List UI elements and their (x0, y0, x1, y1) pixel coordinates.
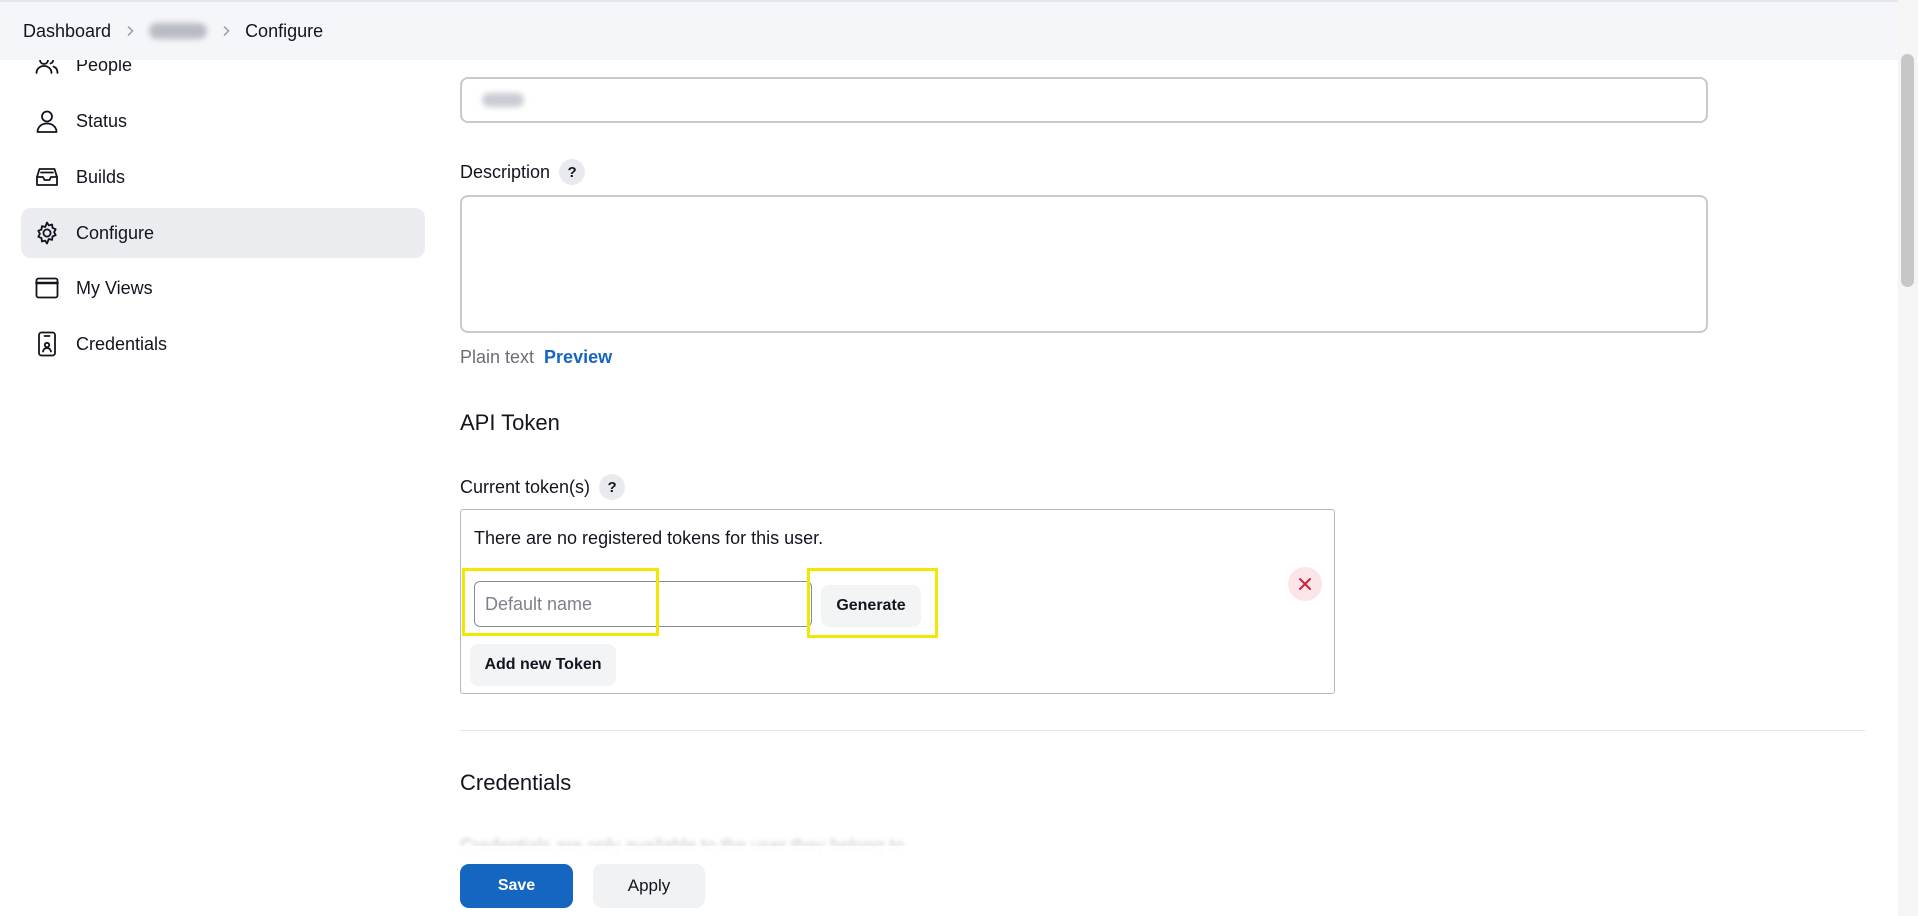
description-label: Description ? (460, 159, 586, 185)
action-bar: Save Apply (0, 846, 1898, 916)
gear-icon (34, 220, 60, 246)
sidebar-item-label: Configure (76, 222, 155, 243)
markup-hint: Plain text Preview (460, 347, 612, 368)
no-tokens-message: There are no registered tokens for this … (474, 528, 824, 548)
section-divider (460, 730, 1865, 731)
scrollbar-thumb[interactable] (1901, 54, 1914, 287)
generate-button[interactable]: Generate (821, 585, 921, 627)
sidebar-item-my-views[interactable]: My Views (21, 263, 425, 313)
description-textarea[interactable] (460, 195, 1708, 333)
sidebar-item-label: Credentials (76, 333, 168, 354)
scrollbar[interactable] (1898, 0, 1918, 916)
current-tokens-label: Current token(s) ? (460, 474, 626, 500)
chevron-right-icon (111, 25, 149, 37)
full-name-input[interactable] (460, 77, 1708, 123)
inbox-icon (34, 164, 60, 190)
breadcrumb-bar: Dashboard Configure (0, 0, 1898, 60)
sidebar-item-label: Status (76, 110, 128, 131)
full-name-value (482, 93, 524, 107)
token-list-panel: There are no registered tokens for this … (460, 509, 1335, 694)
token-name-input[interactable] (474, 581, 812, 627)
sidebar-item-label: Builds (76, 166, 126, 187)
plain-text-label: Plain text (460, 347, 535, 367)
user-icon (34, 108, 60, 134)
breadcrumb-user[interactable] (149, 23, 208, 39)
id-card-icon (34, 331, 60, 357)
chevron-right-icon (207, 25, 245, 37)
sidebar-item-label: My Views (76, 277, 153, 298)
preview-link[interactable]: Preview (544, 347, 612, 368)
save-button[interactable]: Save (460, 864, 573, 908)
sidebar-item-status[interactable]: Status (21, 96, 425, 146)
remove-token-button[interactable] (1288, 567, 1322, 601)
breadcrumb-configure[interactable]: Configure (245, 21, 323, 42)
window-icon (34, 275, 60, 301)
close-icon (1299, 578, 1311, 590)
add-new-token-button[interactable]: Add new Token (470, 644, 616, 686)
api-token-title: API Token (460, 410, 560, 435)
current-tokens-help-icon[interactable]: ? (599, 474, 626, 500)
credentials-title: Credentials (460, 770, 572, 795)
description-help-icon[interactable]: ? (559, 159, 586, 185)
sidebar-item-configure[interactable]: Configure (21, 208, 425, 258)
sidebar-item-builds[interactable]: Builds (21, 152, 425, 202)
sidebar-item-credentials[interactable]: Credentials (21, 319, 425, 369)
breadcrumb-dashboard[interactable]: Dashboard (23, 21, 111, 42)
apply-button[interactable]: Apply (593, 864, 705, 908)
